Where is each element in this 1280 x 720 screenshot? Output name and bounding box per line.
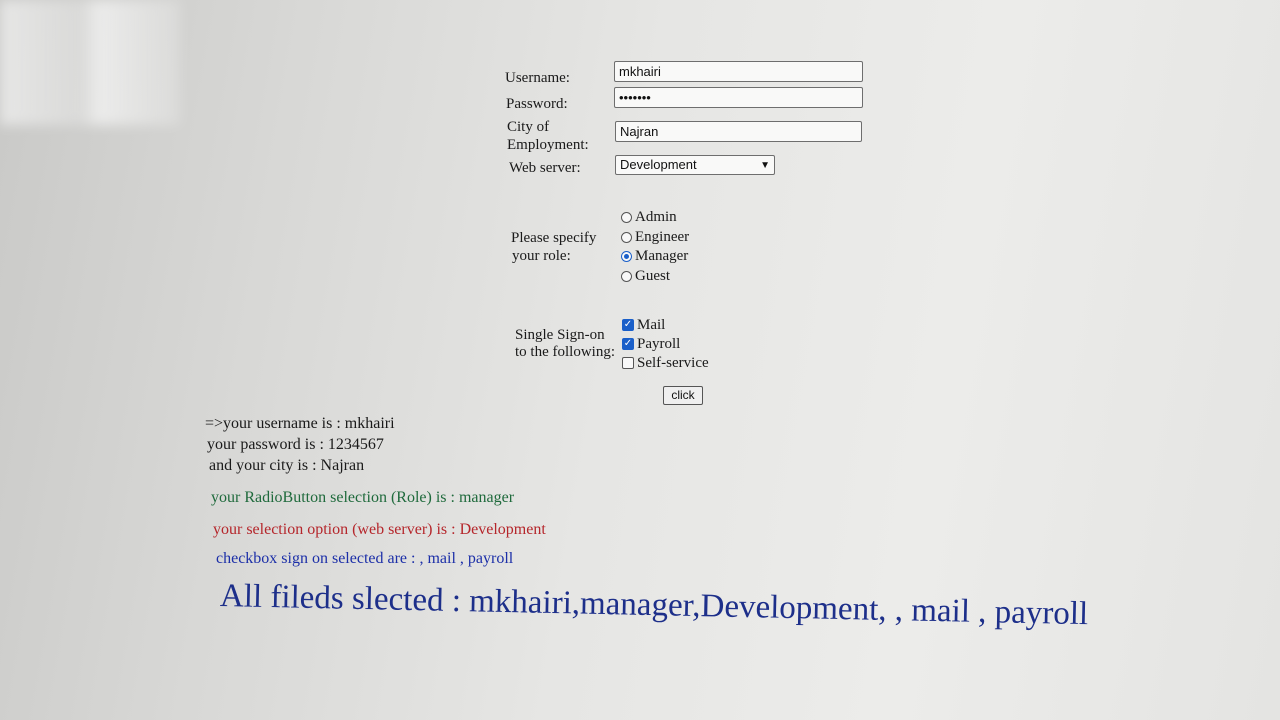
password-label: Password:: [506, 96, 568, 112]
role-option-manager[interactable]: Manager: [621, 247, 688, 265]
output-password: your password is : 1234567: [207, 436, 384, 453]
radio-admin[interactable]: [621, 211, 632, 223]
chevron-down-icon: ▼: [760, 160, 770, 171]
username-input[interactable]: mkhairi: [614, 61, 863, 82]
sso-label-line2: to the following:: [515, 344, 615, 360]
sso-option-mail[interactable]: ✓ Mail: [622, 316, 665, 334]
web-server-selected-value: Development: [620, 157, 697, 172]
radio-manager[interactable]: [621, 250, 632, 262]
sso-option-label: Payroll: [637, 336, 681, 352]
city-label-line1: City of: [507, 119, 550, 135]
output-checkbox: checkbox sign on selected are : , mail ,…: [216, 550, 514, 567]
checkbox-self-service[interactable]: [622, 357, 634, 369]
output-city: and your city is : Najran: [209, 457, 365, 474]
role-option-label: Guest: [635, 268, 670, 284]
username-label: Username:: [505, 70, 570, 86]
sso-option-self-service[interactable]: Self-service: [622, 354, 709, 372]
web-server-label: Web server:: [509, 160, 581, 176]
output-role: your RadioButton selection (Role) is : m…: [211, 489, 515, 506]
role-option-admin[interactable]: Admin: [621, 208, 677, 226]
role-option-guest[interactable]: Guest: [621, 267, 670, 285]
password-input[interactable]: •••••••: [614, 87, 863, 108]
city-input[interactable]: Najran: [615, 121, 862, 142]
output-username: =>your username is : mkhairi: [205, 415, 395, 432]
city-label-line2: Employment:: [507, 137, 589, 153]
radio-engineer[interactable]: [621, 231, 632, 243]
checkbox-payroll[interactable]: ✓: [622, 338, 634, 350]
role-option-label: Admin: [635, 209, 677, 225]
radio-guest[interactable]: [621, 270, 632, 282]
web-server-select[interactable]: Development ▼: [615, 155, 775, 175]
role-option-engineer[interactable]: Engineer: [621, 228, 689, 246]
role-label-line1: Please specify: [511, 230, 597, 246]
role-option-label: Manager: [635, 248, 689, 264]
role-option-label: Engineer: [635, 229, 690, 245]
sso-option-label: Self-service: [637, 355, 709, 371]
checkbox-mail[interactable]: ✓: [622, 319, 634, 331]
submit-button[interactable]: click: [663, 386, 703, 405]
output-web-server: your selection option (web server) is : …: [213, 521, 546, 538]
sso-label-line1: Single Sign-on: [515, 327, 605, 343]
role-label-line2: your role:: [512, 248, 571, 264]
sso-option-label: Mail: [637, 317, 666, 333]
sso-option-payroll[interactable]: ✓ Payroll: [622, 335, 680, 353]
